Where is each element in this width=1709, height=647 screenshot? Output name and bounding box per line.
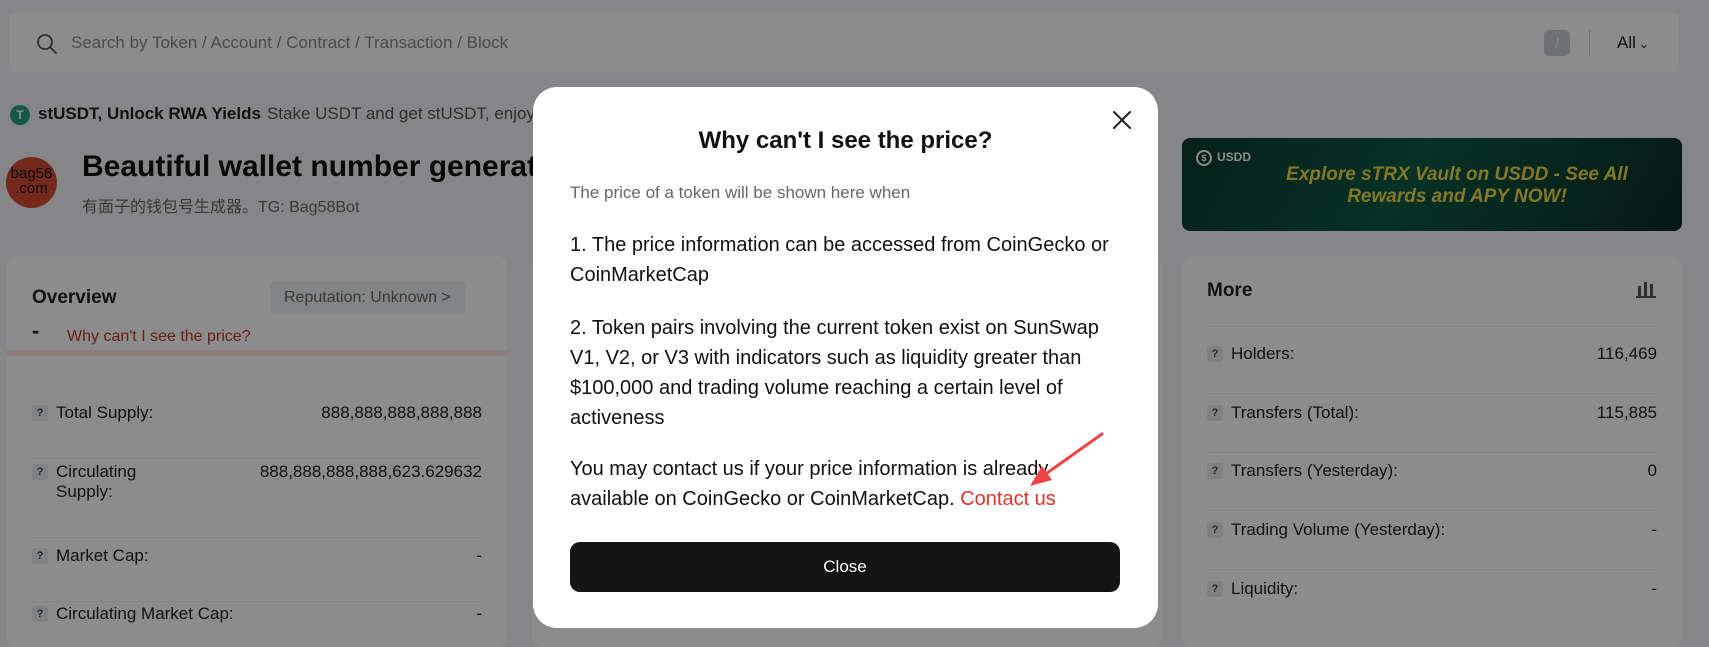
close-button[interactable]: Close <box>570 542 1120 592</box>
modal-condition-2: 2. Token pairs involving the current tok… <box>570 317 1099 429</box>
modal-title: Why can't I see the price? <box>698 127 993 154</box>
contact-us-link[interactable]: Contact us <box>960 488 1056 510</box>
modal-contact-text: You may contact us if your price informa… <box>570 454 1125 514</box>
price-info-modal: Why can't I see the price? The price of … <box>533 87 1158 628</box>
modal-intro: The price of a token will be shown here … <box>570 183 911 202</box>
modal-condition-1: 1. The price information can be accessed… <box>570 234 1109 286</box>
